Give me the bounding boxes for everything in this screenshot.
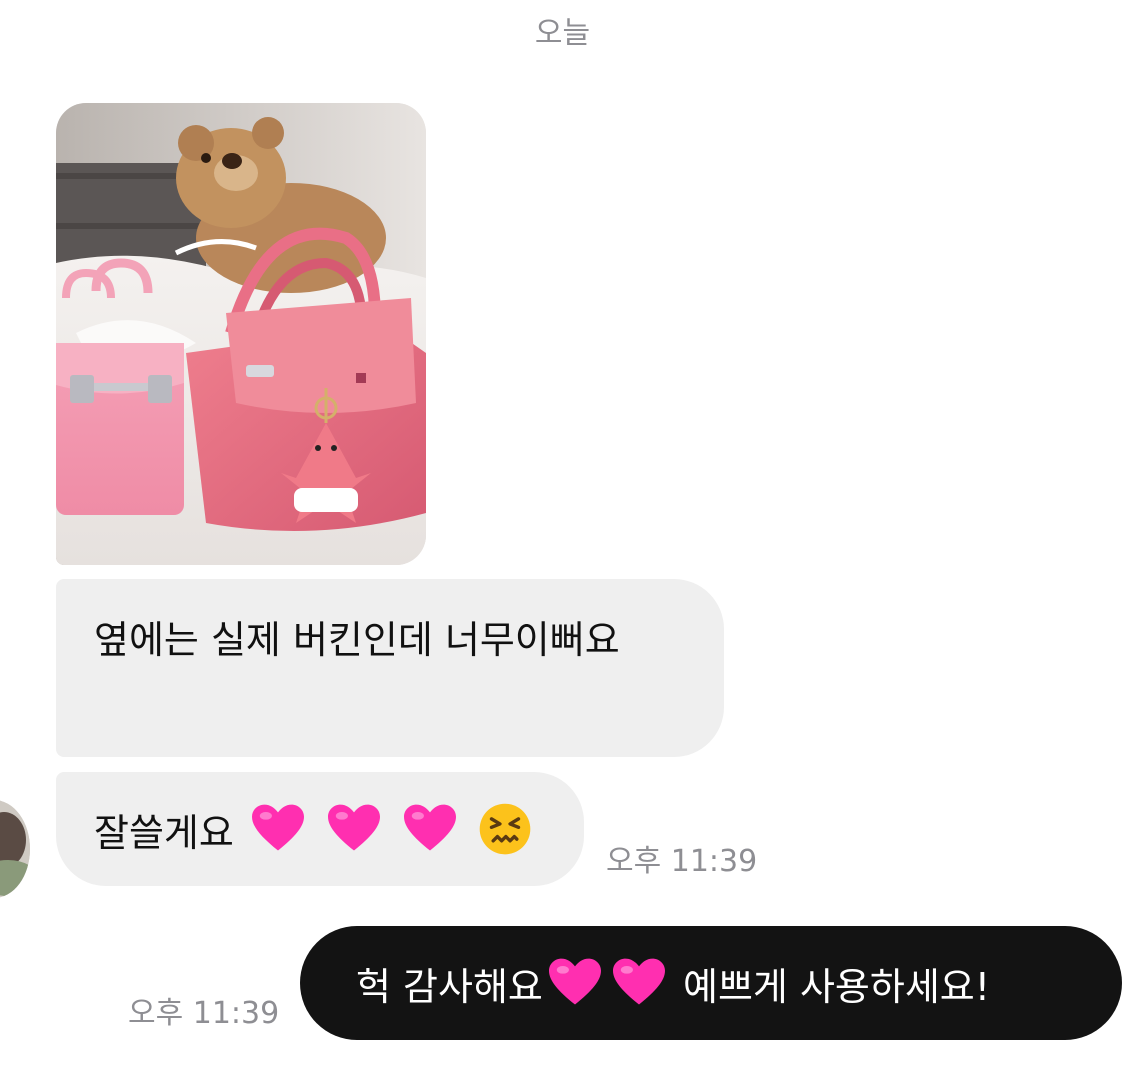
avatar[interactable] bbox=[0, 800, 30, 898]
message-photo[interactable] bbox=[56, 103, 426, 565]
message-timestamp: 오후 11:39 bbox=[128, 996, 280, 1031]
message-bubble[interactable]: 옆에는 실제 버킨인데 너무이뻐요 bbox=[56, 579, 724, 757]
message-text: 잘쓸게요 bbox=[94, 811, 234, 855]
pink-heart-icon bbox=[251, 804, 304, 851]
message-text: 옆에는 실제 버킨인데 너무이뻐요 bbox=[94, 618, 620, 662]
date-separator: 오늘 bbox=[534, 16, 591, 51]
message-bubble[interactable]: 잘쓸게요 bbox=[56, 772, 584, 886]
message-text: 헉 감사해요 bbox=[356, 965, 543, 1009]
confounded-face-icon bbox=[479, 803, 531, 855]
message-timestamp: 오후 11:39 bbox=[606, 844, 758, 879]
pink-heart-icon bbox=[404, 804, 457, 851]
message-text: 예쁘게 사용하세요! bbox=[682, 965, 990, 1009]
photo-image bbox=[56, 103, 426, 565]
pink-heart-icon bbox=[548, 958, 601, 1005]
message-bubble-outgoing[interactable]: 헉 감사해요 예쁘게 사용하세요! bbox=[300, 926, 1122, 1040]
pink-heart-icon bbox=[328, 804, 381, 851]
pink-heart-icon bbox=[612, 958, 665, 1005]
